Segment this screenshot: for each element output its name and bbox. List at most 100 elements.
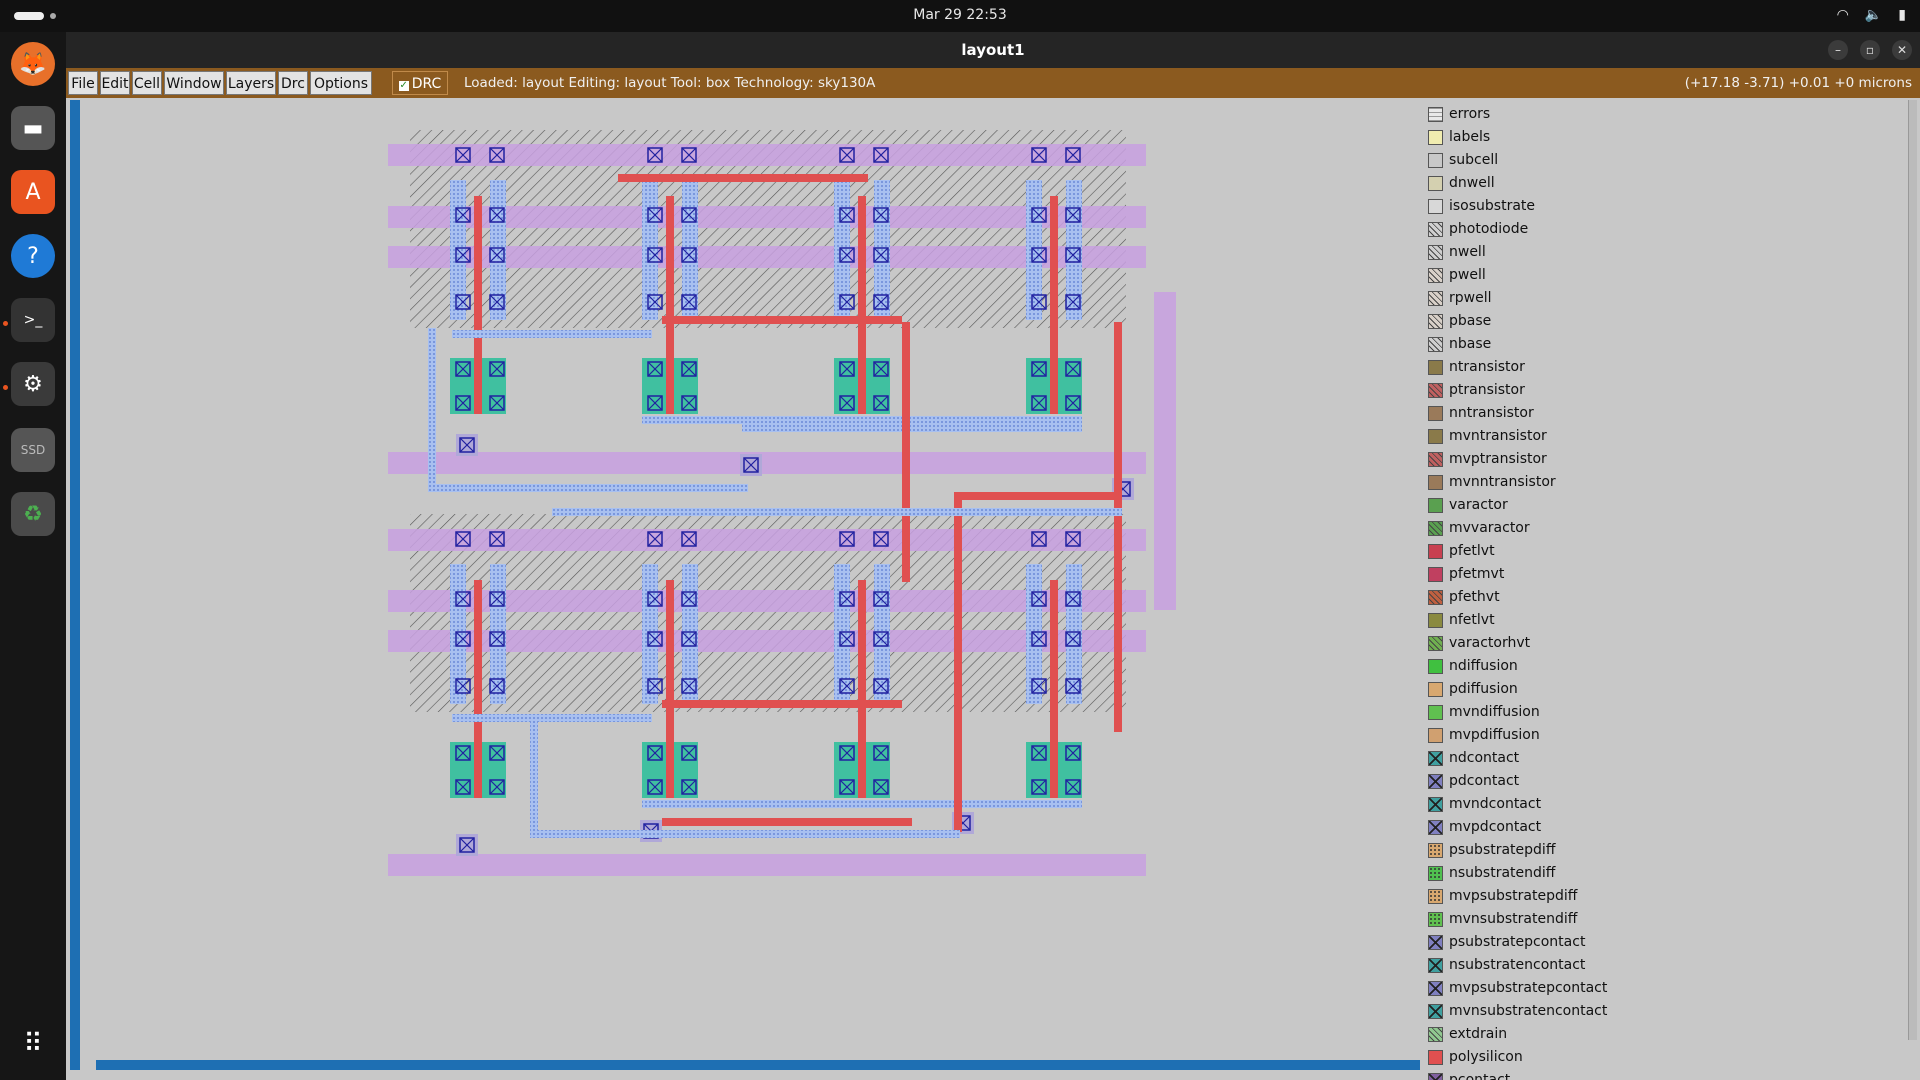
drc-toggle[interactable]: ✓ DRC [392,71,448,95]
legend-item-ndiffusion[interactable]: ndiffusion [1428,656,1518,676]
layout-canvas[interactable] [88,100,1404,1060]
vertical-scrollbar[interactable] [70,100,80,1070]
legend-item-label: ndiffusion [1449,658,1518,674]
legend-item-pcontact[interactable]: pcontact [1428,1070,1510,1080]
poly-route [902,322,910,582]
legend-item-label: dnwell [1449,175,1495,191]
legend-item-varactorhvt[interactable]: varactorhvt [1428,633,1530,653]
legend-item-pfetmvt[interactable]: pfetmvt [1428,564,1504,584]
menu-file[interactable]: File [68,71,98,95]
layer-swatch-icon [1428,750,1443,766]
layer-swatch-icon [1428,842,1443,858]
legend-item-nwell[interactable]: nwell [1428,242,1486,262]
poly-gate [666,580,674,798]
legend-item-pbase[interactable]: pbase [1428,311,1491,331]
local-interconnect-route [530,722,538,838]
legend-item-mvnntransistor[interactable]: mvnntransistor [1428,472,1556,492]
layer-swatch-icon [1428,957,1443,973]
menu-window[interactable]: Window [164,71,224,95]
system-tray[interactable]: ◠ 🔈 ▮ [1837,7,1906,23]
legend-item-extdrain[interactable]: extdrain [1428,1024,1507,1044]
close-button[interactable]: ✕ [1892,40,1912,60]
legend-item-nsubstratendiff[interactable]: nsubstratendiff [1428,863,1555,883]
legend-item-mvpdiffusion[interactable]: mvpdiffusion [1428,725,1540,745]
legend-item-label: ntransistor [1449,359,1525,375]
horizontal-scrollbar[interactable] [96,1060,1442,1070]
maximize-button[interactable]: ▫ [1860,40,1880,60]
legend-item-varactor[interactable]: varactor [1428,495,1508,515]
legend-item-dnwell[interactable]: dnwell [1428,173,1495,193]
menu-edit[interactable]: Edit [100,71,130,95]
legend-item-nbase[interactable]: nbase [1428,334,1491,354]
menu-drc[interactable]: Drc [278,71,308,95]
legend-scrollbar[interactable] [1908,100,1917,1040]
menu-layers[interactable]: Layers [226,71,276,95]
legend-item-pfetlvt[interactable]: pfetlvt [1428,541,1495,561]
app-center-icon[interactable]: A [11,170,55,214]
window-title: layout1 [961,41,1025,59]
help-icon[interactable]: ? [11,234,55,278]
local-interconnect-route [642,416,1082,424]
legend-item-polysilicon[interactable]: polysilicon [1428,1047,1523,1067]
legend-item-mvndcontact[interactable]: mvndcontact [1428,794,1541,814]
legend-item-pdcontact[interactable]: pdcontact [1428,771,1519,791]
poly-route [662,316,902,324]
battery-icon[interactable]: ▮ [1898,7,1906,23]
minimize-button[interactable]: – [1828,40,1848,60]
layer-swatch-icon [1428,336,1443,352]
legend-item-pwell[interactable]: pwell [1428,265,1486,285]
legend-item-mvvaractor[interactable]: mvvaractor [1428,518,1530,538]
legend-item-ptransistor[interactable]: ptransistor [1428,380,1525,400]
legend-item-mvndiffusion[interactable]: mvndiffusion [1428,702,1540,722]
layout-drawing[interactable] [88,100,1404,1060]
wifi-icon[interactable]: ◠ [1837,7,1849,23]
menu-options[interactable]: Options [310,71,372,95]
files-icon[interactable]: ▬ [11,106,55,150]
layer-swatch-icon [1428,589,1443,605]
legend-item-errors[interactable]: errors [1428,104,1490,124]
layer-legend[interactable]: errors labels subcell dnwell isosubstrate pho… [1420,100,1920,1080]
legend-item-nsubstratencontact[interactable]: nsubstratencontact [1428,955,1585,975]
legend-item-subcell[interactable]: subcell [1428,150,1498,170]
legend-item-rpwell[interactable]: rpwell [1428,288,1492,308]
layer-swatch-icon [1428,152,1443,168]
legend-item-isosubstrate[interactable]: isosubstrate [1428,196,1535,216]
local-interconnect-route [530,830,960,838]
legend-item-nntransistor[interactable]: nntransistor [1428,403,1534,423]
firefox-icon[interactable]: 🦊 [11,42,55,86]
legend-item-label: nsubstratencontact [1449,957,1586,973]
legend-item-psubstratepcontact[interactable]: psubstratepcontact [1428,932,1585,952]
legend-item-pfethvt[interactable]: pfethvt [1428,587,1500,607]
legend-item-label: labels [1449,129,1491,145]
terminal-icon[interactable]: >_ [11,298,55,342]
layer-swatch-icon [1428,1003,1443,1019]
legend-item-mvnsubstratendiff[interactable]: mvnsubstratendiff [1428,909,1577,929]
legend-item-mvpsubstratepcontact[interactable]: mvpsubstratepcontact [1428,978,1607,998]
ssd-drive-icon[interactable]: SSD [11,428,55,472]
layer-swatch-icon [1428,359,1443,375]
window-titlebar[interactable]: layout1 – ▫ ✕ [66,32,1920,68]
legend-item-label: nfetlvt [1449,612,1495,628]
legend-item-mvpdcontact[interactable]: mvpdcontact [1428,817,1541,837]
system-clock[interactable]: Mar 29 22:53 [0,7,1920,23]
settings-icon[interactable]: ⚙ [11,362,55,406]
legend-item-label: mvvaractor [1449,520,1530,536]
legend-item-nfetlvt[interactable]: nfetlvt [1428,610,1495,630]
legend-item-ntransistor[interactable]: ntransistor [1428,357,1525,377]
legend-item-labels[interactable]: labels [1428,127,1490,147]
legend-item-pdiffusion[interactable]: pdiffusion [1428,679,1518,699]
volume-icon[interactable]: 🔈 [1865,7,1882,23]
metal1-rail [388,452,1146,474]
legend-item-psubstratepdiff[interactable]: psubstratepdiff [1428,840,1555,860]
legend-item-photodiode[interactable]: photodiode [1428,219,1528,239]
trash-icon[interactable]: ♻ [11,492,55,536]
legend-item-label: mvnsubstratendiff [1449,911,1578,927]
legend-item-ndcontact[interactable]: ndcontact [1428,748,1519,768]
legend-item-mvptransistor[interactable]: mvptransistor [1428,449,1547,469]
poly-gate [858,196,866,414]
menu-cell[interactable]: Cell [132,71,162,95]
show-apps-icon[interactable]: ⠿ [11,1022,55,1066]
legend-item-mvpsubstratepdiff[interactable]: mvpsubstratepdiff [1428,886,1577,906]
legend-item-mvntransistor[interactable]: mvntransistor [1428,426,1547,446]
legend-item-mvnsubstratencontact[interactable]: mvnsubstratencontact [1428,1001,1607,1021]
